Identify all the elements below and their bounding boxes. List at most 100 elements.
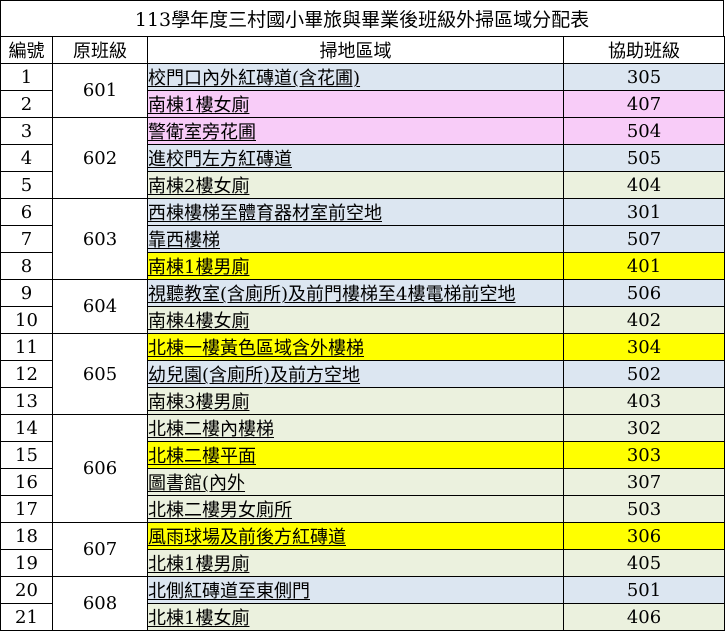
helper-class: 306 — [563, 522, 725, 550]
original-class: 608 — [52, 576, 148, 631]
table-body: 1 601 校門口內外紅磚道(含花圃) 305 2 南棟1樓女廁 407 3 602 警衛室旁花圃… — [0, 63, 725, 631]
cleaning-area: 視聽教室(含廁所)及前門樓梯至4樓電梯前空地 — [147, 279, 564, 307]
cleaning-area: 南棟4樓女廁 — [147, 306, 564, 334]
row-number: 5 — [0, 171, 53, 199]
cleaning-area-text: 北棟二樓內樓梯 — [148, 419, 275, 440]
row-number: 11 — [0, 333, 53, 361]
table-row: 20 608 北側紅磚道至東側門 501 — [0, 576, 725, 631]
table-row: 14 606 北棟二樓內樓梯 302 — [0, 414, 725, 523]
row-number: 7 — [0, 225, 53, 253]
cleaning-area-text: 視聽教室(含廁所)及前門樓梯至4樓電梯前空地 — [148, 284, 516, 305]
helper-class: 507 — [563, 225, 725, 253]
helper-class: 404 — [563, 171, 725, 199]
original-class: 605 — [52, 333, 148, 415]
cleaning-area-text: 南棟3樓男廁 — [148, 392, 250, 413]
cleaning-area-text: 北棟1樓女廁 — [148, 608, 250, 629]
cleaning-area-text: 校門口內外紅磚道(含花圃) — [148, 68, 361, 89]
cleaning-area: 北棟二樓平面 — [147, 441, 564, 469]
sheet-title: 113學年度三村國小畢旅與畢業後班級外掃區域分配表 — [0, 0, 724, 36]
header-helper: 協助班級 — [563, 36, 725, 64]
table-row: 18 607 風雨球場及前後方紅磚道 306 — [0, 522, 725, 577]
original-class: 603 — [52, 198, 148, 280]
row-number: 3 — [0, 117, 53, 145]
row-number: 17 — [0, 495, 53, 523]
helper-class: 305 — [563, 63, 725, 91]
row-number: 13 — [0, 387, 53, 415]
helper-class: 301 — [563, 198, 725, 226]
helper-class: 505 — [563, 144, 725, 172]
header-no: 編號 — [0, 36, 53, 64]
cleaning-area-text: 幼兒園(含廁所)及前方空地 — [148, 365, 361, 386]
cleaning-area-text: 南棟1樓男廁 — [148, 257, 250, 278]
cleaning-area-text: 靠西樓梯 — [148, 230, 221, 251]
helper-class: 403 — [563, 387, 725, 415]
row-number: 10 — [0, 306, 53, 334]
row-number: 19 — [0, 549, 53, 577]
row-number: 9 — [0, 279, 53, 307]
header-class: 原班級 — [52, 36, 148, 64]
cleaning-area: 北棟一樓黃色區域含外樓梯 — [147, 333, 564, 361]
cleaning-area-text: 進校門左方紅磚道 — [148, 149, 293, 170]
table-row: 11 605 北棟一樓黃色區域含外樓梯 304 — [0, 333, 725, 415]
helper-class: 307 — [563, 468, 725, 496]
cleaning-area: 南棟1樓女廁 — [147, 90, 564, 118]
cleaning-area-text: 南棟4樓女廁 — [148, 311, 250, 332]
row-number: 20 — [0, 576, 53, 604]
cleaning-area: 風雨球場及前後方紅磚道 — [147, 522, 564, 550]
cleaning-area: 南棟3樓男廁 — [147, 387, 564, 415]
cleaning-area: 幼兒園(含廁所)及前方空地 — [147, 360, 564, 388]
cleaning-area: 北棟1樓女廁 — [147, 603, 564, 631]
helper-class: 502 — [563, 360, 725, 388]
cleaning-area-text: 南棟2樓女廁 — [148, 176, 250, 197]
helper-class: 503 — [563, 495, 725, 523]
cleaning-area-text: 北側紅磚道至東側門 — [148, 581, 311, 602]
original-class: 604 — [52, 279, 148, 334]
row-number: 1 — [0, 63, 53, 91]
original-class: 606 — [52, 414, 148, 523]
table-row: 1 601 校門口內外紅磚道(含花圃) 305 — [0, 63, 725, 118]
header-row: 編號 原班級 掃地區域 協助班級 — [0, 36, 725, 64]
cleaning-area: 西棟樓梯至體育器材室前空地 — [147, 198, 564, 226]
cleaning-area: 警衛室旁花圃 — [147, 117, 564, 145]
cleaning-area-text: 北棟1樓男廁 — [148, 554, 250, 575]
row-number: 14 — [0, 414, 53, 442]
helper-class: 304 — [563, 333, 725, 361]
cleaning-area: 南棟1樓男廁 — [147, 252, 564, 280]
helper-class: 401 — [563, 252, 725, 280]
helper-class: 302 — [563, 414, 725, 442]
row-number: 21 — [0, 603, 53, 631]
original-class: 601 — [52, 63, 148, 118]
row-number: 2 — [0, 90, 53, 118]
cleaning-area-text: 警衛室旁花圃 — [148, 122, 257, 143]
cleaning-area: 進校門左方紅磚道 — [147, 144, 564, 172]
cleaning-area-text: 西棟樓梯至體育器材室前空地 — [148, 203, 383, 224]
helper-class: 504 — [563, 117, 725, 145]
row-number: 6 — [0, 198, 53, 226]
cleaning-area-text: 北棟二樓男女廁所 — [148, 500, 293, 521]
row-number: 18 — [0, 522, 53, 550]
allocation-table: 編號 原班級 掃地區域 協助班級 1 601 校門口內外紅磚道(含花圃) 305 2 南棟… — [0, 36, 725, 631]
table-row: 3 602 警衛室旁花圃 504 — [0, 117, 725, 199]
helper-class: 406 — [563, 603, 725, 631]
cleaning-area: 北側紅磚道至東側門 — [147, 576, 564, 604]
cleaning-area: 北棟1樓男廁 — [147, 549, 564, 577]
helper-class: 303 — [563, 441, 725, 469]
cleaning-area: 圖書館(內外 — [147, 468, 564, 496]
cleaning-area-text: 北棟一樓黃色區域含外樓梯 — [148, 338, 365, 359]
table-row: 9 604 視聽教室(含廁所)及前門樓梯至4樓電梯前空地 506 — [0, 279, 725, 334]
helper-class: 405 — [563, 549, 725, 577]
row-number: 8 — [0, 252, 53, 280]
helper-class: 407 — [563, 90, 725, 118]
cleaning-area: 靠西樓梯 — [147, 225, 564, 253]
row-number: 4 — [0, 144, 53, 172]
cleaning-area-text: 南棟1樓女廁 — [148, 95, 250, 116]
header-area: 掃地區域 — [147, 36, 564, 64]
cleaning-area-text: 北棟二樓平面 — [148, 446, 257, 467]
helper-class: 501 — [563, 576, 725, 604]
cleaning-area-text: 圖書館(內外 — [148, 473, 246, 494]
cleaning-area: 校門口內外紅磚道(含花圃) — [147, 63, 564, 91]
spreadsheet: 113學年度三村國小畢旅與畢業後班級外掃區域分配表 編號 原班級 掃地區域 協助… — [0, 0, 728, 635]
original-class: 602 — [52, 117, 148, 199]
row-number: 16 — [0, 468, 53, 496]
cleaning-area-text: 風雨球場及前後方紅磚道 — [148, 527, 347, 548]
